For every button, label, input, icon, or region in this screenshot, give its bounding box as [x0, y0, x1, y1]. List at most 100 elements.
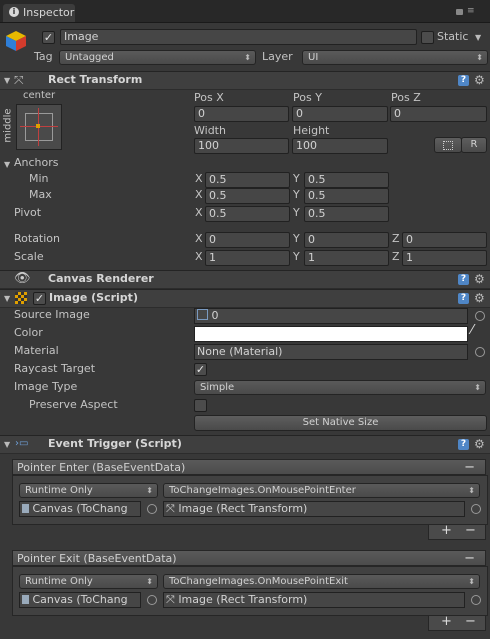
- target-object-value: Canvas (ToChang: [32, 593, 128, 606]
- pos-x-label: Pos X: [194, 91, 224, 104]
- remove-listener-button[interactable]: −: [465, 523, 476, 538]
- anchor-min-y-field[interactable]: 0.5: [304, 172, 389, 188]
- height-field[interactable]: 100: [292, 138, 388, 154]
- image-type-dropdown[interactable]: Simple ⬍: [194, 380, 486, 395]
- event-entry-title: Pointer Exit (BaseEventData): [17, 552, 177, 565]
- gear-icon[interactable]: ⚙: [474, 273, 485, 285]
- help-icon[interactable]: ?: [458, 75, 469, 86]
- scale-x-field[interactable]: 1: [205, 250, 290, 266]
- foldout-arrow-icon[interactable]: ▼: [4, 440, 10, 449]
- help-icon[interactable]: ?: [458, 293, 469, 304]
- object-picker-icon[interactable]: [147, 595, 157, 605]
- rotation-y-field[interactable]: 0: [304, 232, 389, 248]
- anchor-presets-button[interactable]: [16, 104, 62, 150]
- remove-listener-button[interactable]: −: [465, 614, 476, 629]
- pos-y-field[interactable]: 0: [292, 106, 388, 122]
- runtime-mode-dropdown[interactable]: Runtime Only ⬍: [19, 574, 158, 589]
- blueprint-mode-button[interactable]: [434, 137, 462, 153]
- object-picker-icon[interactable]: [147, 504, 157, 514]
- image-component-title: Image (Script): [49, 291, 138, 304]
- lock-icon[interactable]: [456, 9, 463, 15]
- object-picker-icon[interactable]: [471, 595, 481, 605]
- color-swatch[interactable]: [194, 326, 468, 342]
- rotation-z-field[interactable]: 0: [402, 232, 487, 248]
- updown-icon: ⬍: [146, 577, 153, 586]
- anchor-min-x-axis: X: [195, 172, 203, 185]
- anchor-max-x-field[interactable]: 0.5: [205, 188, 290, 204]
- raycast-target-checkbox[interactable]: ✓: [194, 363, 207, 376]
- gear-icon[interactable]: ⚙: [474, 438, 485, 450]
- function-dropdown[interactable]: ToChangeImages.OnMousePointExit ⬍: [163, 574, 480, 589]
- remove-entry-button[interactable]: −: [464, 551, 475, 567]
- blueprint-icon: [443, 141, 453, 150]
- updown-icon: ⬍: [468, 486, 475, 495]
- updown-icon: ⬍: [474, 383, 481, 392]
- pivot-x-field[interactable]: 0.5: [205, 206, 290, 222]
- rotation-y-axis: Y: [293, 232, 300, 245]
- function-dropdown[interactable]: ToChangeImages.OnMousePointEnter ⬍: [163, 483, 480, 498]
- updown-icon: ⬍: [244, 53, 251, 62]
- layer-value: UI: [308, 52, 319, 63]
- file-icon: [22, 595, 29, 604]
- source-image-field[interactable]: 0: [194, 308, 468, 324]
- rect-transform-header[interactable]: ▼ ⤧ Rect Transform ? ⚙: [0, 71, 490, 90]
- image-type-value: Simple: [200, 382, 235, 393]
- pivot-label: Pivot: [14, 206, 42, 219]
- gear-icon[interactable]: ⚙: [474, 74, 485, 86]
- foldout-arrow-icon[interactable]: ▼: [4, 294, 10, 303]
- preserve-aspect-checkbox[interactable]: [194, 399, 207, 412]
- inspector-tab[interactable]: i Inspector: [3, 4, 75, 22]
- help-icon[interactable]: ?: [458, 439, 469, 450]
- static-dropdown-arrow[interactable]: ▼: [475, 33, 481, 42]
- remove-entry-button[interactable]: −: [464, 460, 475, 476]
- scale-z-field[interactable]: 1: [402, 250, 487, 266]
- object-picker-icon[interactable]: [475, 311, 485, 321]
- help-icon[interactable]: ?: [458, 274, 469, 285]
- rotation-x-field[interactable]: 0: [205, 232, 290, 248]
- rect-transform-icon: ⤧: [166, 502, 175, 515]
- script-icon: ›▭: [15, 438, 29, 449]
- add-listener-button[interactable]: +: [441, 614, 452, 629]
- color-label: Color: [14, 326, 43, 339]
- image-component-header[interactable]: ▼ ✓ Image (Script) ? ⚙: [0, 289, 490, 308]
- scale-y-axis: Y: [293, 250, 300, 263]
- argument-field[interactable]: ⤧ Image (Rect Transform): [163, 592, 465, 608]
- pos-z-field[interactable]: 0: [390, 106, 487, 122]
- menu-icon[interactable]: ≡: [467, 7, 475, 16]
- static-checkbox[interactable]: [421, 31, 434, 44]
- raw-edit-button[interactable]: R: [461, 137, 487, 153]
- target-object-value: Canvas (ToChang: [32, 502, 128, 515]
- set-native-size-button[interactable]: Set Native Size: [194, 415, 487, 431]
- add-listener-button[interactable]: +: [441, 523, 452, 538]
- pivot-y-field[interactable]: 0.5: [304, 206, 389, 222]
- anchor-min-x-field[interactable]: 0.5: [205, 172, 290, 188]
- updown-icon: ⬍: [476, 53, 483, 62]
- rect-transform-icon: ⤧: [14, 73, 24, 87]
- gear-icon[interactable]: ⚙: [474, 292, 485, 304]
- object-picker-icon[interactable]: [475, 347, 485, 357]
- layer-dropdown[interactable]: UI ⬍: [302, 50, 488, 65]
- foldout-arrow-icon[interactable]: ▼: [4, 76, 10, 85]
- rotation-x-axis: X: [195, 232, 203, 245]
- preserve-aspect-label: Preserve Aspect: [29, 398, 118, 411]
- gameobject-name-field[interactable]: Image: [60, 29, 417, 45]
- tag-dropdown[interactable]: Untagged ⬍: [59, 50, 256, 65]
- gameobject-active-checkbox[interactable]: ✓: [42, 31, 55, 44]
- argument-value: Image (Rect Transform): [178, 593, 308, 606]
- scale-y-field[interactable]: 1: [304, 250, 389, 266]
- anchors-foldout-arrow-icon[interactable]: ▼: [4, 160, 10, 169]
- object-picker-icon[interactable]: [471, 504, 481, 514]
- target-object-field[interactable]: Canvas (ToChang: [19, 592, 141, 608]
- material-field[interactable]: None (Material): [194, 344, 468, 360]
- anchor-max-y-field[interactable]: 0.5: [304, 188, 389, 204]
- canvas-renderer-header[interactable]: 👁 Canvas Renderer ? ⚙: [0, 270, 490, 289]
- event-trigger-header[interactable]: ▼ ›▭ Event Trigger (Script) ? ⚙: [0, 435, 490, 454]
- image-enabled-checkbox[interactable]: ✓: [33, 292, 46, 305]
- gameobject-cube-icon: [5, 30, 27, 52]
- argument-field[interactable]: ⤧ Image (Rect Transform): [163, 501, 465, 517]
- width-field[interactable]: 100: [194, 138, 289, 154]
- pos-x-field[interactable]: 0: [194, 106, 289, 122]
- runtime-mode-dropdown[interactable]: Runtime Only ⬍: [19, 483, 158, 498]
- target-object-field[interactable]: Canvas (ToChang: [19, 501, 141, 517]
- eyedropper-icon[interactable]: ⁄: [471, 324, 473, 338]
